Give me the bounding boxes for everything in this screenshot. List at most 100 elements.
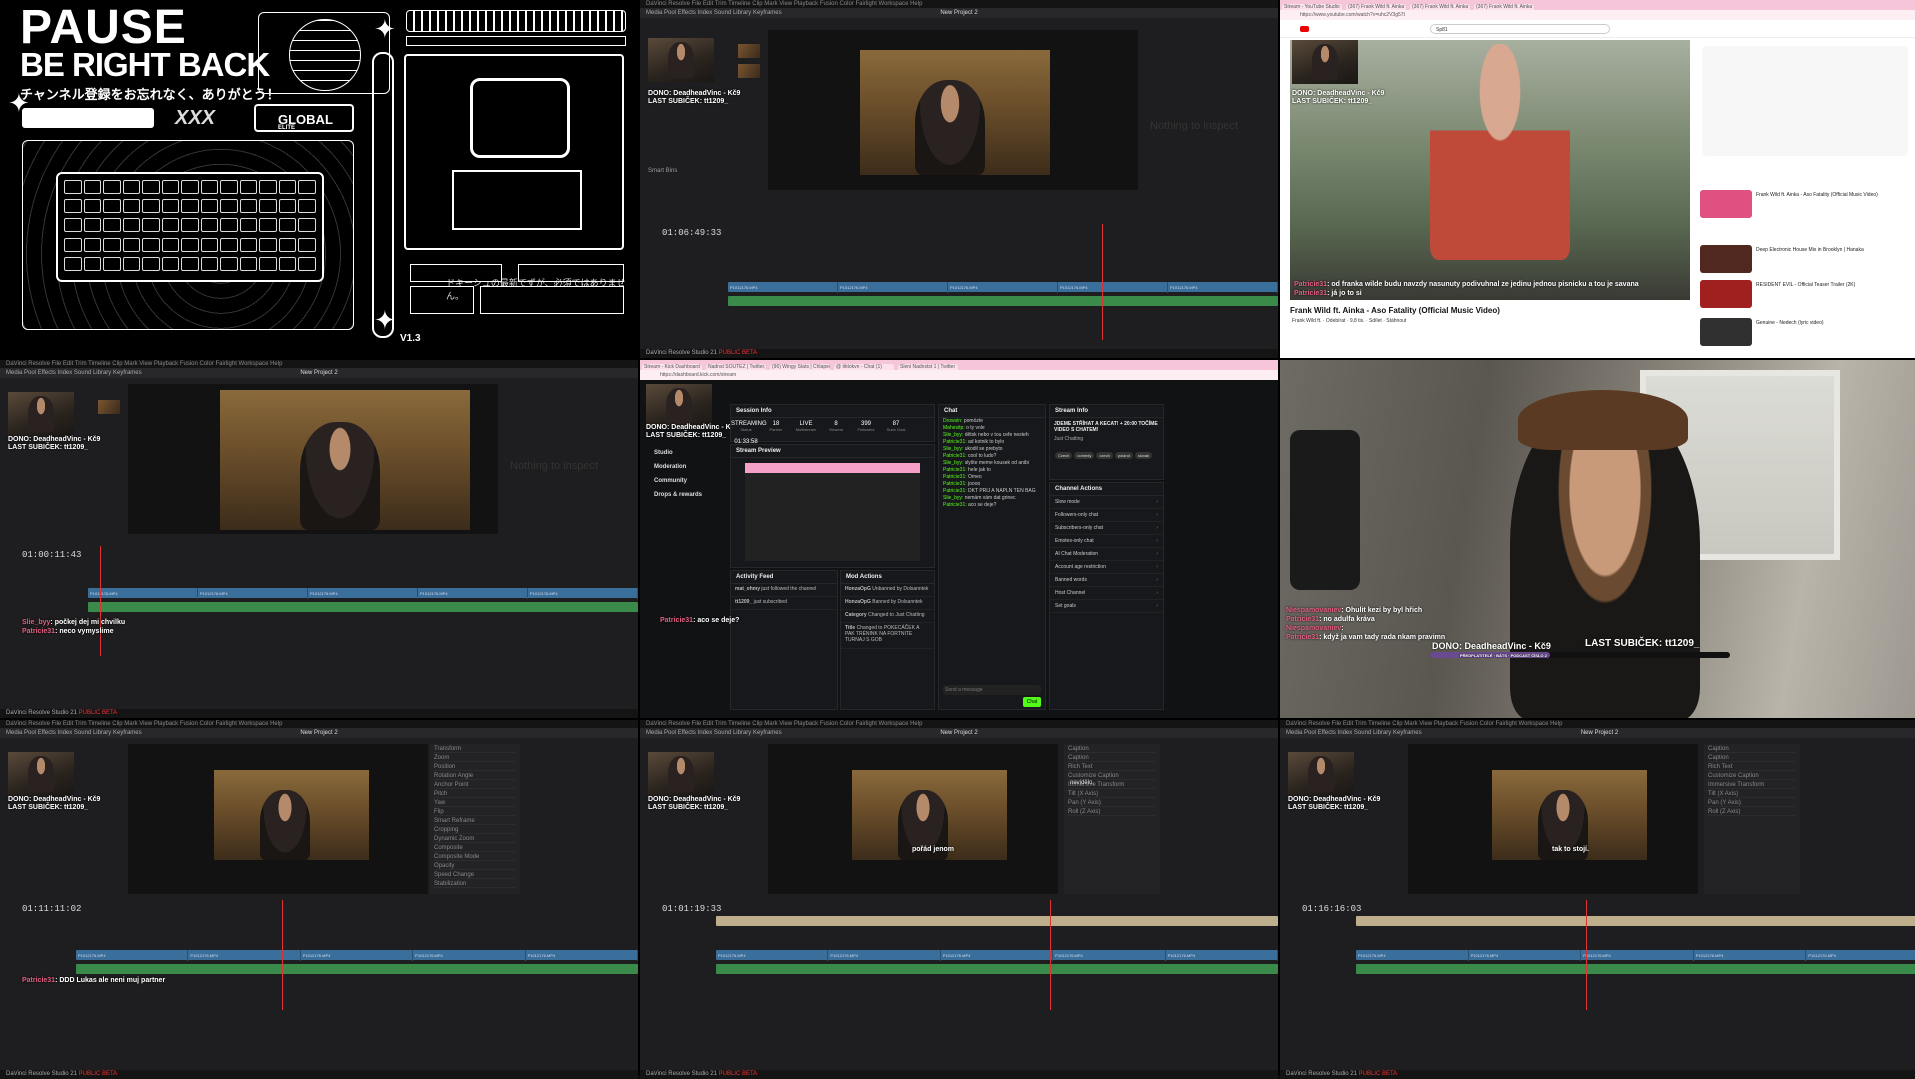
playhead[interactable] (100, 546, 101, 656)
inspector-row[interactable]: Roll (Z Axis) (1068, 809, 1156, 816)
mod-item[interactable]: Category Changed to Just Chatting (841, 610, 934, 623)
channel-action[interactable]: Followers-only chat › (1050, 509, 1163, 522)
audio-track[interactable] (716, 964, 1278, 974)
chat-username[interactable]: Slie_byy: (943, 432, 963, 438)
channel-label[interactable]: Frank Wild ft. (1292, 318, 1321, 324)
channel-action[interactable]: Slow mode › (1050, 496, 1163, 509)
chat-message[interactable]: Drowsin: pomózte (939, 418, 1045, 425)
chat-message[interactable]: Patricie31: joooo (939, 481, 1045, 488)
inspector-row[interactable]: Smart Reframe (434, 818, 516, 825)
chat-username[interactable]: Slie_byy: (943, 446, 963, 452)
chat-message[interactable]: Patricie31: aco se deje? (939, 502, 1045, 509)
video-track[interactable]: P1012176.MP4 P1012176.MP4 P1012176.MP4 P101… (728, 282, 1278, 293)
video-track[interactable]: P1012176.MP4 P1012176.MP4 P1012176.MP4 P101… (76, 950, 638, 961)
video-thumbnail[interactable] (1700, 280, 1752, 308)
audio-track[interactable] (76, 964, 638, 974)
download-button[interactable]: Stáhnout (1386, 318, 1406, 324)
chat-message[interactable]: Slie_byy: dětsk nebo v tou cefe nesteh (939, 432, 1045, 439)
inspector-row[interactable]: Rich Text (1708, 764, 1796, 771)
inspector-row[interactable]: Position (434, 764, 516, 771)
video-thumbnail[interactable] (1700, 245, 1752, 273)
stream-tag[interactable]: czech (1096, 452, 1113, 459)
nav-item[interactable]: Moderation (644, 464, 714, 478)
inspector-row[interactable]: Dynamic Zoom (434, 836, 516, 843)
menu-bar[interactable]: DaVinci Resolve File Edit Trim Timeline … (0, 720, 638, 728)
nav-item[interactable]: Community (644, 478, 714, 492)
clip-thumbnail[interactable] (98, 400, 120, 414)
chat-username[interactable]: Patricie31: (943, 502, 967, 508)
inspector-row[interactable]: Customize Caption (1068, 773, 1156, 780)
related-title[interactable]: RESIDENT EVIL - Official Teaser Trailer … (1756, 282, 1906, 288)
chat-username[interactable]: Patricie31: (943, 439, 967, 445)
stream-tag[interactable]: poland (1114, 452, 1133, 459)
stream-tag[interactable]: slovak (1134, 452, 1153, 459)
channel-action[interactable]: Account age restriction › (1050, 561, 1163, 574)
inspector-row[interactable]: Pan (Y Axis) (1708, 800, 1796, 807)
mod-item[interactable]: HonzaOpG Banned by Dolsanntek (841, 597, 934, 610)
inspector-row[interactable]: Speed Change (434, 872, 516, 879)
stream-tag[interactable]: Czech (1055, 452, 1073, 459)
feed-item[interactable]: mat_ohmy just followed the channel (731, 584, 837, 597)
feed-item[interactable]: tt1209_ just subscribed (731, 597, 837, 610)
inspector-row[interactable]: Pan (Y Axis) (1068, 800, 1156, 807)
nav-item[interactable]: Drops & rewards (644, 492, 714, 506)
related-title[interactable]: Deep Electronic House Mix in Brooklyn | … (1756, 247, 1906, 253)
subscribe-button[interactable]: Odebírat (1326, 318, 1345, 324)
playhead[interactable] (1050, 900, 1051, 1010)
inspector-row[interactable]: Transform (434, 746, 516, 753)
menu-bar[interactable]: DaVinci Resolve File Edit Trim Timeline … (1280, 720, 1915, 728)
chat-message[interactable]: Mahesitp: o ty vole (939, 425, 1045, 432)
chat-input[interactable]: Send a message (943, 685, 1041, 695)
chat-message[interactable]: Patricie31: DKT PŘIJ A NAPLŇ TEN BAG (939, 488, 1045, 495)
playhead[interactable] (1102, 224, 1103, 340)
like-button[interactable]: 9,8 tis. (1350, 318, 1365, 324)
menu-bar[interactable]: DaVinci Resolve File Edit Trim Timeline … (640, 0, 1278, 8)
subtitle-track[interactable] (1356, 916, 1915, 926)
mod-item[interactable]: Title Changed to POKECÁČEK A PAK TRÉNINK… (841, 623, 934, 649)
clip-thumbnail[interactable] (738, 64, 760, 78)
chat-username[interactable]: Patricie31: (943, 467, 967, 473)
stream-tag[interactable]: comedy (1074, 452, 1095, 459)
preview-video[interactable] (745, 463, 920, 561)
video-track[interactable]: P1012176.MP4 P1012176.MP4 P1012176.MP4 P101… (88, 588, 638, 599)
video-track[interactable]: P1012176.MP4 P1012176.MP4 P1012176.MP4 P101… (1356, 950, 1915, 961)
inspector-row[interactable]: Caption (1708, 746, 1796, 753)
audio-track[interactable] (1356, 964, 1915, 974)
inspector-row[interactable]: Caption (1708, 755, 1796, 762)
inspector-row[interactable]: Roll (Z Axis) (1708, 809, 1796, 816)
chat-message[interactable]: Patricie31: cool to ludo? (939, 453, 1045, 460)
inspector-row[interactable]: Caption (1068, 755, 1156, 762)
inspector-row[interactable]: Tilt (X Axis) (1068, 791, 1156, 798)
inspector-row[interactable]: Composite (434, 845, 516, 852)
chat-username[interactable]: Slie_byy: (943, 495, 963, 501)
related-title[interactable]: Frank Wild ft. Ainka - Aso Fatality (Off… (1756, 192, 1906, 198)
subtitle-track[interactable] (716, 916, 1278, 926)
inspector-row[interactable]: Tilt (X Axis) (1708, 791, 1796, 798)
inspector-row[interactable]: Rotation Angle (434, 773, 516, 780)
chat-username[interactable]: Patricie31: (943, 474, 967, 480)
chat-message[interactable]: Slie_byy: slyšte meme kousek od anibi (939, 460, 1045, 467)
video-track[interactable]: P1012176.MP4 P1012176.MP4 P1012176.MP4 P101… (716, 950, 1278, 961)
address-bar[interactable]: https://dashboard.kick.com/stream (640, 370, 1278, 380)
chat-send-button[interactable]: Chat (1023, 697, 1041, 707)
smart-bins[interactable]: Smart Bins (648, 168, 677, 174)
inspector-row[interactable]: Stabilization (434, 881, 516, 888)
inspector-row[interactable]: Anchor Point (434, 782, 516, 789)
inspector-row[interactable]: Caption (1068, 746, 1156, 753)
chat-message[interactable]: Patricie31: hele jak to (939, 467, 1045, 474)
address-bar[interactable]: https://www.youtube.com/watch?v=uhc2V3g5… (1280, 10, 1915, 20)
chat-message[interactable]: Patricie31: ad kotnik to bylo (939, 439, 1045, 446)
video-thumbnail[interactable] (1700, 190, 1752, 218)
channel-action[interactable]: Subscribers-only chat › (1050, 522, 1163, 535)
inspector-row[interactable]: Immersive Transform (1708, 782, 1796, 789)
caption-text[interactable]: nevidělo, (1070, 780, 1094, 786)
channel-action[interactable]: AI Chat Moderation › (1050, 548, 1163, 561)
audio-track[interactable] (88, 602, 638, 612)
related-title[interactable]: Genuine - Nedech (lyric video) (1756, 320, 1906, 326)
inspector-row[interactable]: Flip (434, 809, 516, 816)
inspector-row[interactable]: Zoom (434, 755, 516, 762)
chat-username[interactable]: Patricie31: (943, 453, 967, 459)
channel-action[interactable]: Banned words › (1050, 574, 1163, 587)
inspector-row[interactable]: Yaw (434, 800, 516, 807)
inspector-row[interactable]: Customize Caption (1708, 773, 1796, 780)
